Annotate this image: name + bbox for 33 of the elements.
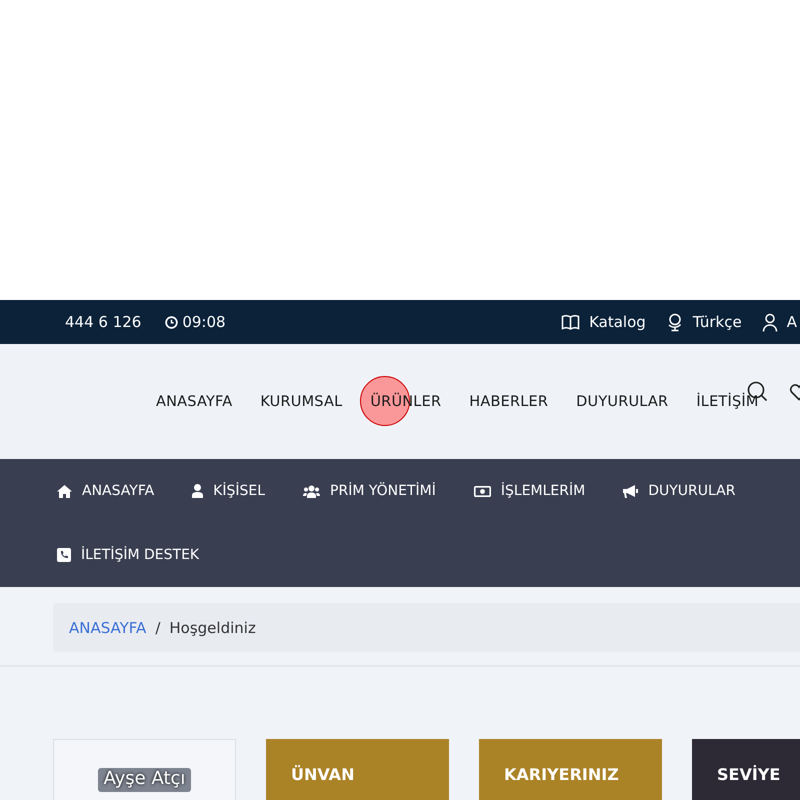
- menu-item[interactable]: İLETİŞİM DESTEK: [57, 523, 200, 587]
- globe-icon[interactable]: [666, 312, 684, 332]
- breadcrumb-current: Hoşgeldiniz: [169, 618, 256, 636]
- card-title: ÜNVAN: [291, 765, 354, 784]
- nav-link[interactable]: İLETİŞİM: [696, 394, 759, 410]
- top-bar-link[interactable]: Türkçe: [692, 313, 742, 331]
- nav-link[interactable]: DUYURULAR: [576, 394, 668, 410]
- users-icon: [303, 484, 320, 498]
- banknote-icon: [474, 486, 491, 496]
- menu-item[interactable]: İŞLEMLERİM: [474, 459, 586, 523]
- breadcrumb-link[interactable]: ANASAYFA: [69, 618, 146, 636]
- menu-item[interactable]: DUYURULAR: [623, 459, 736, 523]
- nav-link[interactable]: KURUMSAL: [260, 394, 342, 410]
- book-icon[interactable]: [561, 314, 580, 330]
- top-bar-link[interactable]: Katalog: [589, 313, 646, 331]
- phone-icon: [57, 548, 71, 562]
- breadcrumb-separator: /: [155, 618, 160, 636]
- card-title: SEVİYE: [717, 765, 780, 784]
- card-title: KARIYERINIZ: [504, 765, 619, 784]
- megaphone-icon: [623, 484, 638, 498]
- menu-item[interactable]: KİŞİSEL: [192, 459, 266, 523]
- user-icon: [192, 484, 204, 498]
- top-bar-link[interactable]: A: [786, 313, 797, 331]
- nav-link[interactable]: HABERLER: [469, 394, 548, 410]
- user-icon[interactable]: [762, 312, 778, 332]
- time-text: 09:08: [182, 313, 226, 331]
- phone-number: 444 6 126: [65, 313, 142, 331]
- menu-item[interactable]: ANASAYFA: [57, 459, 154, 523]
- nav-link[interactable]: ANASAYFA: [156, 394, 232, 410]
- home-icon: [57, 484, 72, 498]
- menu-item[interactable]: PRİM YÖNETİMİ: [303, 459, 436, 523]
- profile-name: Ayşe Atçı: [98, 768, 192, 792]
- clock-icon: [165, 316, 178, 328]
